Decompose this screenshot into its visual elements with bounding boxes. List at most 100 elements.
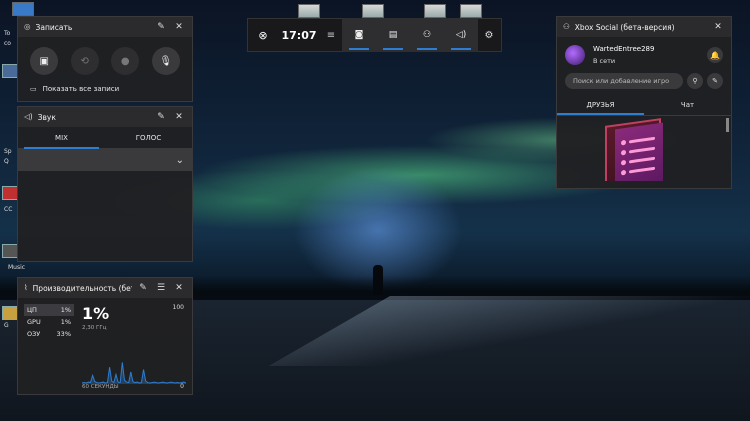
cpu-frequency: 2,30 ГГц bbox=[82, 325, 107, 331]
gamertag: WartedEntree289 bbox=[593, 45, 655, 53]
pin-icon[interactable]: ✎ bbox=[136, 281, 150, 295]
search-row: ⚲ ✎ bbox=[557, 69, 731, 93]
add-friend-icon[interactable]: ⚲ bbox=[687, 73, 703, 89]
desktop-icon-label[interactable]: Music bbox=[8, 264, 25, 271]
illustration-dot bbox=[621, 149, 626, 156]
volume-icon: ◁) bbox=[455, 30, 467, 40]
desktop-icon-label[interactable]: co bbox=[4, 40, 11, 47]
chart-max-label: 100 bbox=[172, 304, 184, 311]
friends-list bbox=[557, 115, 731, 181]
illustration-line bbox=[629, 156, 655, 164]
capture-widget-toggle[interactable]: ◙ bbox=[342, 18, 376, 52]
record-last-button[interactable]: ⟲ bbox=[70, 47, 99, 75]
pin-icon[interactable]: ✎ bbox=[154, 110, 168, 124]
profile-info: WartedEntree289 В сети bbox=[593, 45, 707, 65]
illustration-line bbox=[629, 166, 655, 174]
performance-widget: ⌇ Производительность (бета-ве ✎ ☰ ✕ ЦП 1… bbox=[17, 277, 193, 395]
mic-off-icon: 🎙 bbox=[159, 55, 173, 67]
close-icon[interactable]: ✕ bbox=[172, 110, 186, 124]
close-icon[interactable]: ✕ bbox=[711, 20, 725, 34]
desktop-app-icon[interactable] bbox=[2, 306, 18, 320]
capture-buttons: ▣ ⟲ ● 🎙 bbox=[18, 37, 192, 79]
close-icon[interactable]: ✕ bbox=[172, 20, 186, 34]
metric-ram[interactable]: ОЗУ 33% bbox=[24, 328, 74, 340]
audio-tabs: MIX ГОЛОС bbox=[18, 127, 192, 149]
illustration-dot bbox=[621, 159, 626, 166]
capture-title: Записать bbox=[35, 22, 73, 32]
friends-scrollbar[interactable] bbox=[726, 118, 729, 132]
people-icon: ⚇ bbox=[563, 22, 570, 32]
desktop-file-icon[interactable] bbox=[298, 4, 320, 18]
desktop-file-icon[interactable] bbox=[424, 4, 446, 18]
tab-voice[interactable]: ГОЛОС bbox=[105, 127, 192, 148]
desktop-file-icon[interactable] bbox=[362, 4, 384, 18]
settings-gear-icon[interactable]: ⚙ bbox=[478, 30, 500, 41]
desktop-file-icon[interactable] bbox=[12, 2, 34, 16]
avatar[interactable] bbox=[565, 45, 585, 65]
cpu-usage-line bbox=[82, 362, 186, 384]
new-message-icon[interactable]: ✎ bbox=[707, 73, 723, 89]
show-all-captures-link[interactable]: ▭ Показать все записи bbox=[18, 79, 192, 99]
illustration-line bbox=[629, 136, 655, 144]
performance-title: Производительность (бета-ве bbox=[32, 283, 132, 293]
metric-label: ЦП bbox=[27, 306, 37, 314]
widget-toggles: ◙ ▤ ⚇ ◁) bbox=[342, 18, 478, 52]
capture-header[interactable]: ◎ Записать ✎ ✕ bbox=[18, 17, 192, 37]
audio-header[interactable]: ◁) Звук ✎ ✕ bbox=[18, 107, 192, 127]
illustration-dot bbox=[621, 139, 626, 146]
desktop-app-icon[interactable] bbox=[2, 244, 18, 258]
volume-widget-toggle[interactable]: ◁) bbox=[444, 18, 478, 52]
list-illustration-page bbox=[615, 122, 663, 181]
xbox-logo-icon[interactable]: ⊗ bbox=[248, 29, 278, 42]
game-bar-toolbar: ⊗ 17:07 ≡ ◙ ▤ ⚇ ◁) ⚙ bbox=[247, 18, 502, 52]
metric-label: GPU bbox=[27, 318, 41, 326]
desktop-icon-label[interactable]: G bbox=[4, 322, 9, 329]
notifications-bell-icon[interactable]: 🔔 bbox=[707, 47, 723, 63]
record-dot-icon: ● bbox=[120, 55, 130, 67]
cpu-usage-chart bbox=[82, 362, 186, 384]
widget-menu-icon[interactable]: ≡ bbox=[320, 30, 342, 41]
performance-icon: ⌇ bbox=[24, 283, 28, 293]
performance-body: ЦП 1% GPU 1% ОЗУ 33% 1% 2,30 ГГц 100 60 … bbox=[18, 298, 192, 394]
desktop-file-icon[interactable] bbox=[460, 4, 482, 18]
online-status[interactable]: В сети bbox=[593, 57, 707, 65]
pin-icon[interactable]: ✎ bbox=[154, 20, 168, 34]
desktop-icon-label[interactable]: Sp bbox=[4, 148, 12, 155]
social-header[interactable]: ⚇ Xbox Social (бета-версия) ✕ bbox=[557, 17, 731, 37]
people-icon: ⚇ bbox=[422, 30, 432, 40]
metric-detail: 1% 2,30 ГГц 100 60 СЕКУНДЫ 0 bbox=[74, 304, 186, 390]
performance-header[interactable]: ⌇ Производительность (бета-ве ✎ ☰ ✕ bbox=[18, 278, 192, 298]
tab-chat[interactable]: Чат bbox=[644, 95, 731, 115]
metric-gpu[interactable]: GPU 1% bbox=[24, 316, 74, 328]
social-widget-toggle[interactable]: ⚇ bbox=[410, 18, 444, 52]
desktop-icon-label[interactable]: CC bbox=[4, 206, 12, 213]
screenshot-button[interactable]: ▣ bbox=[30, 47, 59, 75]
illustration-line bbox=[629, 146, 655, 154]
close-icon[interactable]: ✕ bbox=[172, 281, 186, 295]
tab-mix[interactable]: MIX bbox=[18, 127, 105, 149]
search-players-input[interactable] bbox=[565, 73, 683, 89]
social-tabs: ДРУЗЬЯ Чат bbox=[557, 95, 731, 115]
camera-icon: ▣ bbox=[39, 55, 49, 67]
metric-value: 1% bbox=[60, 318, 71, 326]
speaker-icon: ◁) bbox=[24, 112, 33, 122]
desktop-app-icon[interactable] bbox=[2, 186, 18, 200]
start-recording-button[interactable]: ● bbox=[111, 47, 140, 75]
illustration-dot bbox=[621, 169, 626, 176]
metric-cpu[interactable]: ЦП 1% bbox=[24, 304, 74, 316]
desktop-icon-label[interactable]: To bbox=[4, 30, 10, 37]
audio-device-dropdown[interactable]: ⌄ bbox=[18, 149, 192, 171]
metric-list: ЦП 1% GPU 1% ОЗУ 33% bbox=[24, 304, 74, 388]
desktop-icon-label[interactable]: Q bbox=[4, 158, 9, 165]
metric-value: 33% bbox=[56, 330, 71, 338]
capture-toggle-icon: ◙ bbox=[354, 30, 364, 40]
capture-widget: ◎ Записать ✎ ✕ ▣ ⟲ ● 🎙 ▭ Показать все за… bbox=[17, 16, 193, 102]
chevron-down-icon: ⌄ bbox=[175, 154, 184, 166]
tab-friends[interactable]: ДРУЗЬЯ bbox=[557, 95, 644, 115]
chart-duration-label: 60 СЕКУНДЫ bbox=[82, 384, 119, 390]
mic-toggle-button[interactable]: 🎙 bbox=[151, 47, 180, 75]
desktop-app-icon[interactable] bbox=[2, 64, 18, 78]
metric-label: ОЗУ bbox=[27, 330, 41, 338]
audio-widget-toggle[interactable]: ▤ bbox=[376, 18, 410, 52]
options-icon[interactable]: ☰ bbox=[154, 281, 168, 295]
